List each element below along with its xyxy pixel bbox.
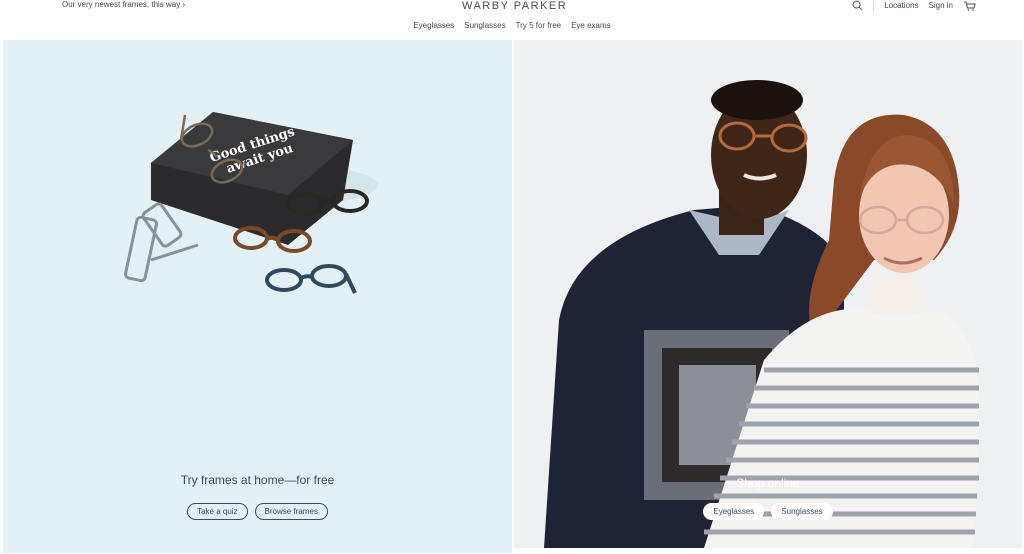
- utility-nav: Locations Sign in: [852, 0, 976, 11]
- nav-sunglasses[interactable]: Sunglasses: [464, 21, 505, 30]
- cart-icon[interactable]: [963, 0, 976, 11]
- signin-link[interactable]: Sign in: [929, 1, 953, 10]
- take-quiz-button[interactable]: Take a quiz: [187, 503, 248, 520]
- main-nav: Eyeglasses Sunglasses Try 5 for free Eye…: [0, 21, 1024, 30]
- hero-right-title: Shop online: [736, 476, 800, 490]
- shop-eyeglasses-button[interactable]: Eyeglasses: [703, 503, 765, 520]
- locations-link[interactable]: Locations: [884, 1, 918, 10]
- hero-left-title: Try frames at home—for free: [180, 473, 335, 487]
- promo-link[interactable]: Our very newest frames, this way ›: [62, 0, 185, 9]
- hero-left-actions: Take a quiz Browse frames: [3, 503, 512, 520]
- models-photo: [544, 80, 980, 548]
- divider: [873, 0, 875, 11]
- brand-logo[interactable]: WARBY PARKER: [462, 0, 567, 12]
- glasses-box-illustration: Good things await you: [124, 112, 378, 294]
- browse-frames-button[interactable]: Browse frames: [254, 503, 328, 520]
- nav-eyeglasses[interactable]: Eyeglasses: [413, 21, 454, 30]
- hero-shop-online: Shop online Eyeglasses Sunglasses: [514, 40, 1022, 548]
- nav-eye-exams[interactable]: Eye exams: [571, 21, 611, 30]
- hero-home-try-on: Good things await you Try frames at home…: [3, 40, 512, 553]
- site-header: Our very newest frames, this way › WARBY…: [0, 0, 1024, 40]
- hero-right-actions: Eyeglasses Sunglasses: [514, 503, 1022, 520]
- nav-try-at-home[interactable]: Try 5 for free: [516, 21, 562, 30]
- shop-sunglasses-button[interactable]: Sunglasses: [771, 503, 833, 520]
- search-icon[interactable]: [852, 0, 863, 11]
